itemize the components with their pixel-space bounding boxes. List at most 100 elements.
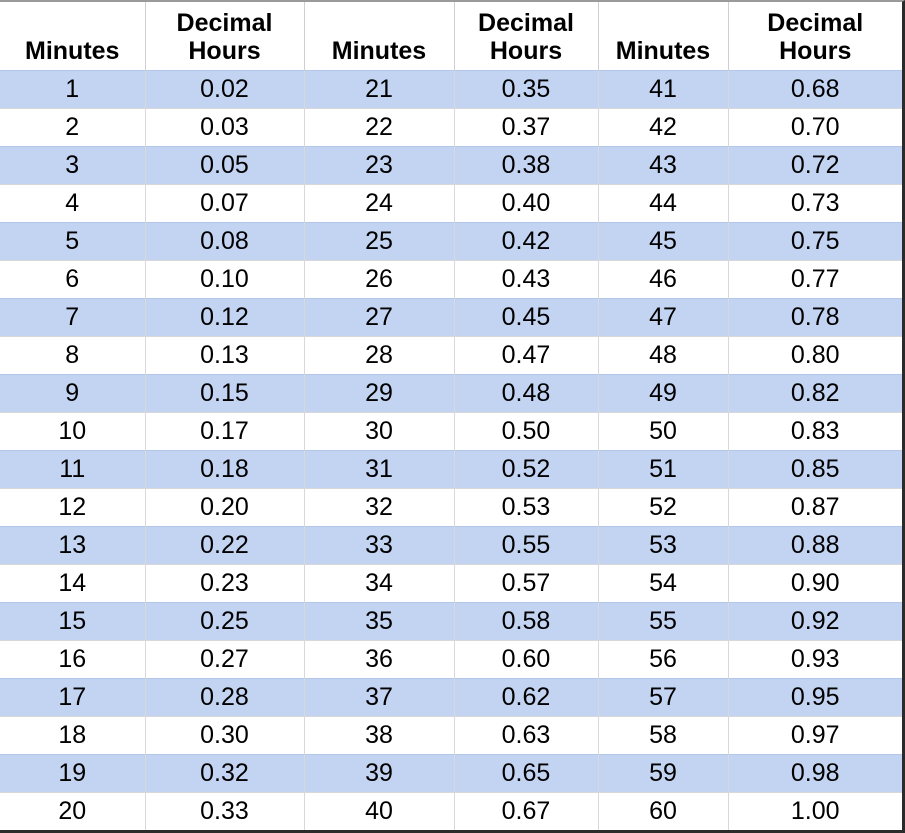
cell-minutes: 23 [304, 145, 455, 184]
cell-minutes: 15 [0, 601, 146, 640]
cell-minutes: 2 [0, 107, 146, 146]
cell-decimal-hours: 0.90 [728, 563, 902, 602]
cell-minutes: 45 [598, 221, 729, 260]
cell-decimal-hours: 0.62 [454, 677, 599, 716]
cell-decimal-hours: 0.60 [454, 639, 599, 678]
table-row: 1 0.02 21 0.35 41 0.68 [0, 69, 902, 108]
cell-minutes: 46 [598, 259, 729, 298]
cell-decimal-hours: 0.40 [454, 183, 599, 222]
minutes-to-decimal-hours-table-container: Minutes Decimal Hours Minutes Decimal Ho… [0, 0, 905, 833]
cell-decimal-hours: 0.42 [454, 221, 599, 260]
cell-minutes: 27 [304, 297, 455, 336]
cell-decimal-hours: 0.98 [728, 753, 902, 792]
cell-decimal-hours: 0.17 [145, 411, 305, 450]
cell-minutes: 31 [304, 449, 455, 488]
table-row: 5 0.08 25 0.42 45 0.75 [0, 221, 902, 260]
cell-decimal-hours: 0.92 [728, 601, 902, 640]
table-row: 6 0.10 26 0.43 46 0.77 [0, 259, 902, 298]
table-header-row: Minutes Decimal Hours Minutes Decimal Ho… [0, 2, 902, 70]
table-row: 19 0.32 39 0.65 59 0.98 [0, 753, 902, 792]
cell-minutes: 5 [0, 221, 146, 260]
minutes-to-decimal-hours-table: Minutes Decimal Hours Minutes Decimal Ho… [0, 2, 902, 830]
cell-decimal-hours: 0.22 [145, 525, 305, 564]
table-row: 12 0.20 32 0.53 52 0.87 [0, 487, 902, 526]
cell-decimal-hours: 0.80 [728, 335, 902, 374]
cell-minutes: 50 [598, 411, 729, 450]
column-header-minutes-2: Minutes [304, 2, 455, 70]
cell-minutes: 49 [598, 373, 729, 412]
cell-minutes: 33 [304, 525, 455, 564]
cell-minutes: 60 [598, 791, 729, 830]
cell-minutes: 22 [304, 107, 455, 146]
column-header-minutes-1: Minutes [0, 2, 146, 70]
cell-minutes: 12 [0, 487, 146, 526]
cell-minutes: 6 [0, 259, 146, 298]
table-row: 7 0.12 27 0.45 47 0.78 [0, 297, 902, 336]
cell-decimal-hours: 0.88 [728, 525, 902, 564]
cell-minutes: 18 [0, 715, 146, 754]
cell-decimal-hours: 0.55 [454, 525, 599, 564]
cell-minutes: 47 [598, 297, 729, 336]
cell-decimal-hours: 0.43 [454, 259, 599, 298]
table-row: 2 0.03 22 0.37 42 0.70 [0, 107, 902, 146]
cell-decimal-hours: 0.83 [728, 411, 902, 450]
cell-decimal-hours: 0.45 [454, 297, 599, 336]
cell-decimal-hours: 0.53 [454, 487, 599, 526]
cell-decimal-hours: 0.20 [145, 487, 305, 526]
table-row: 3 0.05 23 0.38 43 0.72 [0, 145, 902, 184]
cell-minutes: 25 [304, 221, 455, 260]
column-header-decimal-hours-3: Decimal Hours [728, 2, 902, 70]
cell-decimal-hours: 0.13 [145, 335, 305, 374]
cell-decimal-hours: 0.35 [454, 69, 599, 108]
cell-decimal-hours: 0.18 [145, 449, 305, 488]
cell-decimal-hours: 0.38 [454, 145, 599, 184]
cell-minutes: 53 [598, 525, 729, 564]
table-row: 20 0.33 40 0.67 60 1.00 [0, 791, 902, 830]
cell-decimal-hours: 0.37 [454, 107, 599, 146]
cell-minutes: 14 [0, 563, 146, 602]
cell-minutes: 56 [598, 639, 729, 678]
cell-minutes: 54 [598, 563, 729, 602]
column-header-minutes-3: Minutes [598, 2, 729, 70]
cell-minutes: 35 [304, 601, 455, 640]
cell-minutes: 48 [598, 335, 729, 374]
column-header-decimal-hours-1: Decimal Hours [145, 2, 305, 70]
cell-decimal-hours: 0.47 [454, 335, 599, 374]
cell-minutes: 9 [0, 373, 146, 412]
table-body: 1 0.02 21 0.35 41 0.68 2 0.03 22 0.37 42 0.70 3 0.05 2… [0, 69, 902, 830]
cell-minutes: 43 [598, 145, 729, 184]
cell-decimal-hours: 0.63 [454, 715, 599, 754]
cell-minutes: 21 [304, 69, 455, 108]
cell-minutes: 40 [304, 791, 455, 830]
cell-decimal-hours: 0.02 [145, 69, 305, 108]
cell-decimal-hours: 0.77 [728, 259, 902, 298]
cell-decimal-hours: 0.52 [454, 449, 599, 488]
cell-decimal-hours: 0.07 [145, 183, 305, 222]
cell-minutes: 11 [0, 449, 146, 488]
cell-decimal-hours: 0.57 [454, 563, 599, 602]
cell-decimal-hours: 0.97 [728, 715, 902, 754]
cell-decimal-hours: 0.87 [728, 487, 902, 526]
cell-decimal-hours: 0.67 [454, 791, 599, 830]
cell-minutes: 1 [0, 69, 146, 108]
cell-minutes: 38 [304, 715, 455, 754]
cell-decimal-hours: 0.28 [145, 677, 305, 716]
cell-decimal-hours: 0.85 [728, 449, 902, 488]
cell-minutes: 29 [304, 373, 455, 412]
cell-decimal-hours: 0.08 [145, 221, 305, 260]
column-header-decimal-hours-2: Decimal Hours [454, 2, 599, 70]
cell-minutes: 24 [304, 183, 455, 222]
cell-decimal-hours: 0.70 [728, 107, 902, 146]
cell-minutes: 57 [598, 677, 729, 716]
table-row: 8 0.13 28 0.47 48 0.80 [0, 335, 902, 374]
cell-minutes: 51 [598, 449, 729, 488]
cell-minutes: 44 [598, 183, 729, 222]
cell-minutes: 55 [598, 601, 729, 640]
cell-minutes: 17 [0, 677, 146, 716]
cell-decimal-hours: 0.48 [454, 373, 599, 412]
cell-decimal-hours: 0.65 [454, 753, 599, 792]
table-row: 14 0.23 34 0.57 54 0.90 [0, 563, 902, 602]
cell-minutes: 52 [598, 487, 729, 526]
cell-minutes: 41 [598, 69, 729, 108]
table-row: 15 0.25 35 0.58 55 0.92 [0, 601, 902, 640]
